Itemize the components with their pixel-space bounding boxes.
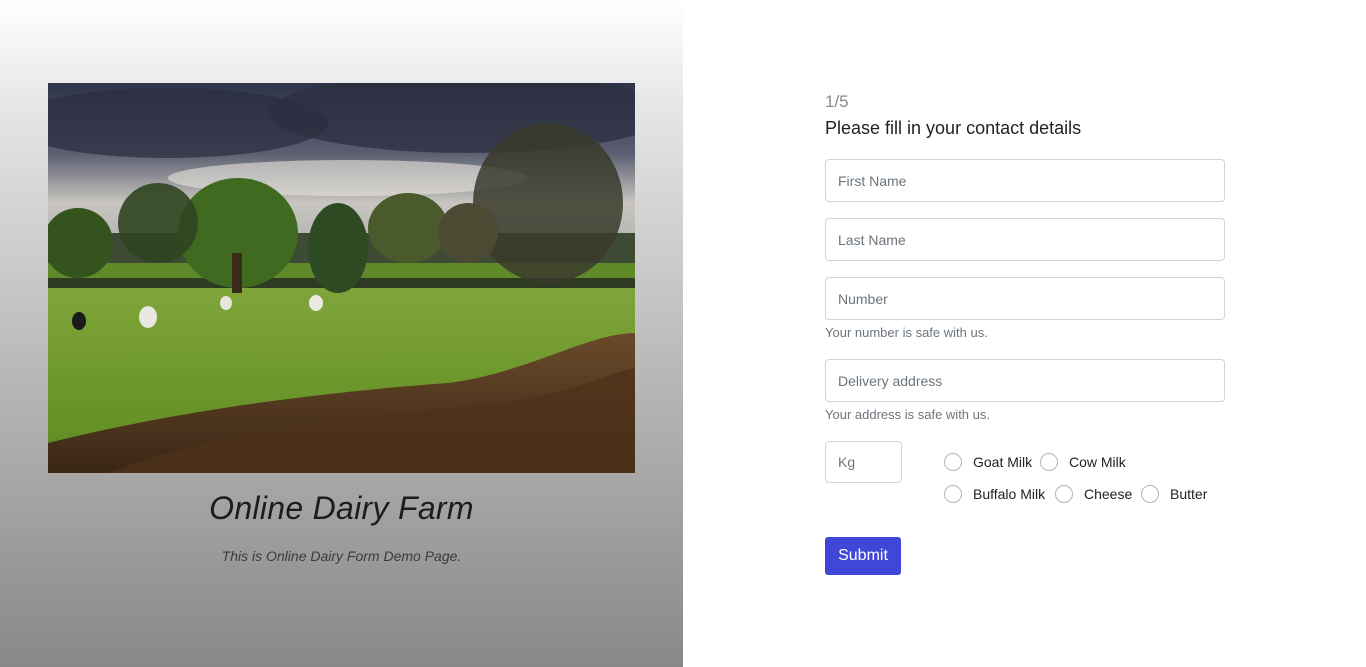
address-help-text: Your address is safe with us. xyxy=(825,407,990,422)
radio-circle-icon[interactable] xyxy=(1055,485,1073,503)
number-help-text: Your number is safe with us. xyxy=(825,325,988,340)
delivery-address-input[interactable] xyxy=(825,359,1225,402)
radio-circle-icon[interactable] xyxy=(944,453,962,471)
radio-label: Cow Milk xyxy=(1069,454,1126,470)
submit-button[interactable]: Submit xyxy=(825,537,901,575)
radio-cheese[interactable]: Cheese xyxy=(1055,485,1132,503)
form-heading: Please fill in your contact details xyxy=(825,118,1082,138)
farm-landscape-image xyxy=(48,83,635,473)
radio-label: Butter xyxy=(1170,486,1208,502)
radio-label: Goat Milk xyxy=(973,454,1033,470)
last-name-input[interactable] xyxy=(825,218,1225,261)
first-name-input[interactable] xyxy=(825,159,1225,202)
radio-buffalo-milk[interactable]: Buffalo Milk xyxy=(944,485,1045,503)
radio-circle-icon[interactable] xyxy=(1040,453,1058,471)
radio-goat-milk[interactable]: Goat Milk xyxy=(944,453,1032,471)
radio-label: Buffalo Milk xyxy=(973,486,1046,502)
kg-input[interactable] xyxy=(825,441,902,483)
site-subtitle: This is Online Dairy Form Demo Page. xyxy=(221,548,462,564)
radio-circle-icon[interactable] xyxy=(1141,485,1159,503)
step-indicator: 1/5 xyxy=(825,92,849,111)
radio-cow-milk[interactable]: Cow Milk xyxy=(1040,453,1126,471)
site-title: Online Dairy Farm xyxy=(209,490,474,526)
number-input[interactable] xyxy=(825,277,1225,320)
hero-panel: Online Dairy Farm This is Online Dairy F… xyxy=(0,0,683,667)
radio-label: Cheese xyxy=(1084,486,1133,502)
radio-circle-icon[interactable] xyxy=(944,485,962,503)
radio-butter[interactable]: Butter xyxy=(1141,485,1207,503)
